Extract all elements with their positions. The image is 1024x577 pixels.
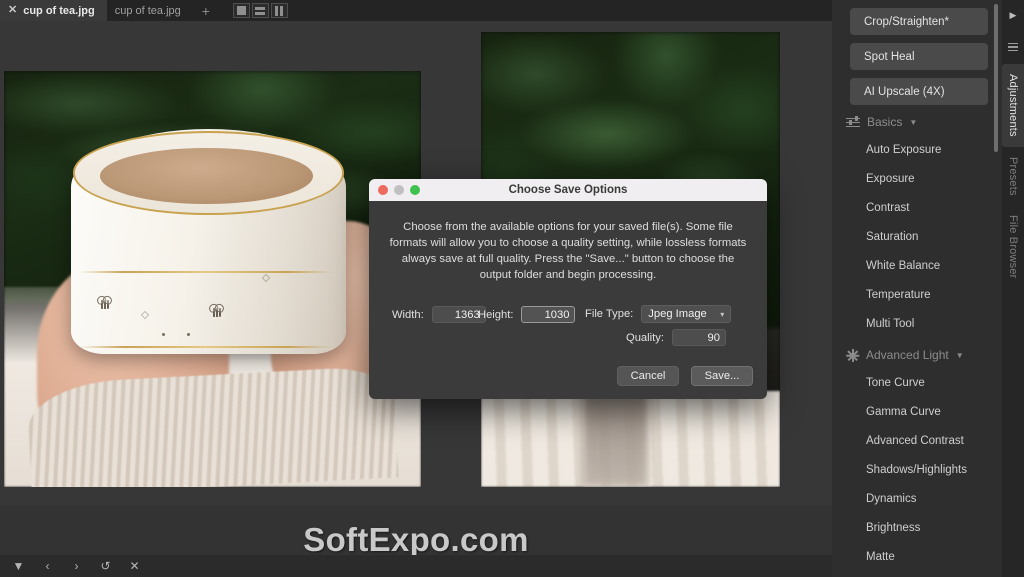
close-icon[interactable]: ✕ bbox=[128, 560, 141, 573]
quality-field-row: Quality: 90 bbox=[626, 329, 726, 346]
section-header-advanced-light[interactable]: Advanced Light ▼ bbox=[846, 348, 1002, 362]
sidebar-item-white-balance[interactable]: White Balance bbox=[832, 251, 1002, 280]
panel-scrollbar[interactable] bbox=[994, 4, 998, 152]
minimize-window-button[interactable] bbox=[394, 185, 404, 195]
tea-liquid bbox=[100, 148, 313, 204]
sidebar-item-exposure[interactable]: Exposure bbox=[832, 164, 1002, 193]
sidebar-item-auto-exposure[interactable]: Auto Exposure bbox=[832, 135, 1002, 164]
chevron-down-icon[interactable]: ▼ bbox=[909, 118, 917, 127]
save-options-dialog: Choose Save Options Choose from the avai… bbox=[369, 179, 767, 399]
section-header-basics[interactable]: Basics ▼ bbox=[846, 115, 1002, 129]
file-type-field-row: File Type: Jpeg Image ▾ bbox=[585, 305, 731, 323]
dialog-titlebar: Choose Save Options bbox=[369, 179, 767, 201]
sidebar-item-advanced-contrast[interactable]: Advanced Contrast bbox=[832, 426, 1002, 455]
cup-gold-band bbox=[79, 346, 333, 348]
menu-icon[interactable] bbox=[1002, 30, 1024, 64]
sidebar-item-tone-curve[interactable]: Tone Curve bbox=[832, 368, 1002, 397]
file-type-value: Jpeg Image bbox=[648, 308, 706, 320]
ai-upscale-button[interactable]: AI Upscale (4X) bbox=[850, 78, 988, 105]
bee-motif bbox=[96, 300, 112, 309]
tab-label: cup of tea.jpg bbox=[115, 5, 181, 17]
spot-heal-button[interactable]: Spot Heal bbox=[850, 43, 988, 70]
vertical-split-view-button[interactable] bbox=[271, 3, 288, 18]
sidebar-item-contrast[interactable]: Contrast bbox=[832, 193, 1002, 222]
adjustments-scroll-area[interactable]: Crop/Straighten* Spot Heal AI Upscale (4… bbox=[832, 0, 1002, 577]
sliders-icon bbox=[846, 117, 860, 128]
width-label: Width: bbox=[392, 309, 424, 321]
tab-file-browser[interactable]: File Browser bbox=[1002, 205, 1024, 289]
sun-icon bbox=[846, 349, 859, 362]
next-icon[interactable]: › bbox=[70, 560, 83, 573]
sidebar-item-multi-tool[interactable]: Multi Tool bbox=[832, 309, 1002, 338]
cancel-button[interactable]: Cancel bbox=[617, 366, 679, 386]
image-preview-original[interactable] bbox=[4, 71, 421, 487]
cup-gold-band bbox=[79, 271, 333, 273]
dialog-fields: Width: 1363 Height: 1030 File Type: Jpeg… bbox=[383, 302, 753, 358]
file-type-label: File Type: bbox=[585, 308, 633, 320]
dialog-description: Choose from the available options for yo… bbox=[383, 219, 753, 283]
tab-bar: ✕ cup of tea.jpg cup of tea.jpg + bbox=[0, 0, 832, 21]
previous-icon[interactable]: ‹ bbox=[41, 560, 54, 573]
section-title: Basics bbox=[867, 115, 902, 129]
maximize-window-button[interactable] bbox=[410, 185, 420, 195]
sidebar-item-matte[interactable]: Matte bbox=[832, 542, 1002, 571]
section-title: Advanced Light bbox=[866, 348, 949, 362]
tab-document-2[interactable]: cup of tea.jpg bbox=[107, 0, 193, 21]
height-input[interactable]: 1030 bbox=[521, 306, 575, 323]
watermark: SoftExpo.com bbox=[0, 521, 832, 559]
tab-presets[interactable]: Presets bbox=[1002, 147, 1024, 206]
sidebar-item-temperature[interactable]: Temperature bbox=[832, 280, 1002, 309]
traffic-lights bbox=[378, 185, 420, 195]
height-label: Height: bbox=[478, 309, 513, 321]
single-view-button[interactable] bbox=[233, 3, 250, 18]
filmstrip-area: SoftExpo.com ▼ ‹ › ↺ ✕ bbox=[0, 505, 832, 577]
width-field-row: Width: 1363 bbox=[392, 306, 486, 323]
sweater-shadow bbox=[583, 391, 649, 487]
dialog-buttons: Cancel Save... bbox=[617, 366, 753, 386]
application-window: ✕ cup of tea.jpg cup of tea.jpg + bbox=[0, 0, 1024, 577]
save-button[interactable]: Save... bbox=[691, 366, 753, 386]
crop-straighten-button[interactable]: Crop/Straighten* bbox=[850, 8, 988, 35]
dropdown-icon[interactable]: ▼ bbox=[12, 560, 25, 573]
sidebar-item-saturation[interactable]: Saturation bbox=[832, 222, 1002, 251]
bottom-toolbar: ▼ ‹ › ↺ ✕ bbox=[0, 555, 832, 577]
sidebar-item-shadows-highlights[interactable]: Shadows/Highlights bbox=[832, 455, 1002, 484]
quality-label: Quality: bbox=[626, 332, 664, 344]
tab-label: cup of tea.jpg bbox=[23, 5, 95, 17]
close-icon[interactable]: ✕ bbox=[8, 5, 17, 16]
sidebar-item-brightness[interactable]: Brightness bbox=[832, 513, 1002, 542]
tab-document-1[interactable]: ✕ cup of tea.jpg bbox=[0, 0, 107, 21]
file-type-select[interactable]: Jpeg Image ▾ bbox=[641, 305, 731, 323]
tab-adjustments[interactable]: Adjustments bbox=[1002, 64, 1024, 147]
chevron-down-icon[interactable]: ▼ bbox=[956, 351, 964, 360]
reset-icon[interactable]: ↺ bbox=[99, 560, 112, 573]
chevron-down-icon: ▾ bbox=[720, 310, 724, 319]
quality-input[interactable]: 90 bbox=[672, 329, 726, 346]
view-mode-group bbox=[233, 0, 288, 21]
bee-motif bbox=[208, 308, 224, 317]
sidebar-item-dynamics[interactable]: Dynamics bbox=[832, 484, 1002, 513]
adjustments-panel: Crop/Straighten* Spot Heal AI Upscale (4… bbox=[832, 0, 1024, 577]
add-tab-button[interactable]: + bbox=[193, 0, 219, 21]
horizontal-split-view-button[interactable] bbox=[252, 3, 269, 18]
sidebar-item-gamma-curve[interactable]: Gamma Curve bbox=[832, 397, 1002, 426]
dialog-body: Choose from the available options for yo… bbox=[369, 201, 767, 358]
panel-tab-rail: ▶ Adjustments Presets File Browser bbox=[1002, 0, 1024, 577]
close-window-button[interactable] bbox=[378, 185, 388, 195]
expand-panel-icon[interactable]: ▶ bbox=[1002, 0, 1024, 30]
height-field-row: Height: 1030 bbox=[478, 306, 575, 323]
dialog-title: Choose Save Options bbox=[369, 184, 767, 196]
